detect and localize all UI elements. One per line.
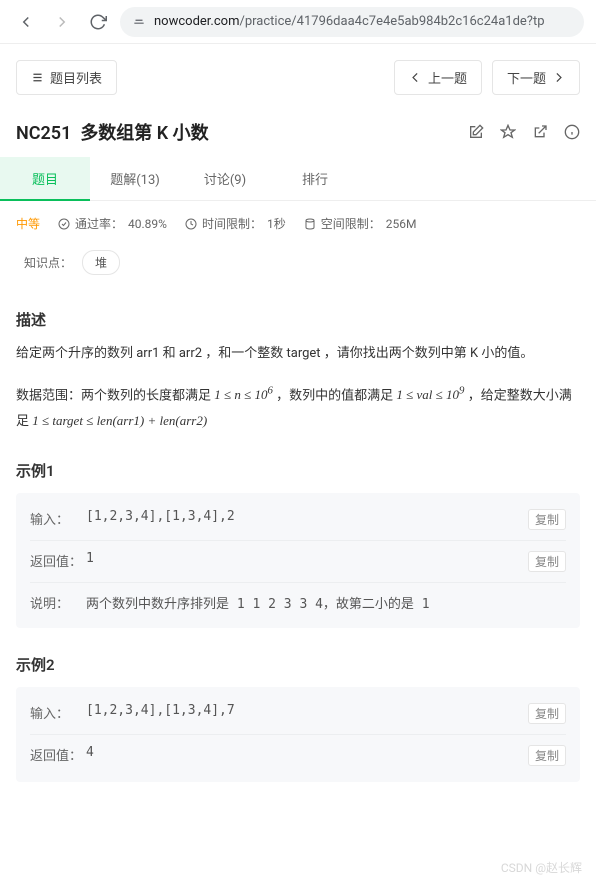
description-section: 描述 给定两个升序的数列 arr1 和 arr2 ，和一个整数 target ，… bbox=[0, 291, 596, 442]
description-heading: 描述 bbox=[16, 309, 580, 330]
copy-button[interactable]: 复制 bbox=[528, 509, 566, 530]
ex2-input-row: 输入： [1,2,3,4],[1,3,4],7 复制 bbox=[30, 699, 566, 728]
example1-heading: 示例1 bbox=[16, 460, 580, 481]
list-icon bbox=[31, 71, 44, 84]
ex1-output-value: 1 bbox=[86, 551, 528, 566]
check-circle-icon bbox=[58, 218, 70, 230]
tab-discuss[interactable]: 讨论(9) bbox=[180, 157, 270, 200]
star-icon[interactable] bbox=[500, 124, 516, 140]
copy-button[interactable]: 复制 bbox=[528, 551, 566, 572]
knowledge-tag[interactable]: 堆 bbox=[82, 250, 120, 275]
chevron-right-icon bbox=[552, 71, 565, 84]
pass-rate: 通过率：40.89% bbox=[58, 215, 167, 232]
ex2-input-value: [1,2,3,4],[1,3,4],7 bbox=[86, 703, 528, 718]
edit-icon[interactable] bbox=[468, 124, 484, 140]
external-link-icon[interactable] bbox=[532, 124, 548, 140]
chevron-left-icon bbox=[409, 71, 422, 84]
tab-problem[interactable]: 题目 bbox=[0, 157, 90, 200]
example1-block: 输入： [1,2,3,4],[1,3,4],2 复制 返回值： 1 复制 说明：… bbox=[16, 493, 580, 628]
ex1-explain-value: 两个数列中数升序排列是 1 1 2 3 3 4，故第二小的是 1 bbox=[86, 593, 566, 612]
ex1-output-row: 返回值： 1 复制 bbox=[30, 540, 566, 576]
title-row: NC251 多数组第 K 小数 bbox=[0, 99, 596, 157]
knowledge-row: 知识点： 堆 bbox=[0, 246, 596, 291]
example2-heading: 示例2 bbox=[16, 654, 580, 675]
back-icon[interactable] bbox=[12, 8, 40, 36]
watermark: CSDN @赵长辉 bbox=[501, 859, 582, 876]
url-text: nowcoder.com/practice/41796daa4c7e4e5ab9… bbox=[154, 14, 545, 29]
copy-button[interactable]: 复制 bbox=[528, 745, 566, 766]
prev-label: 上一题 bbox=[428, 68, 467, 87]
prev-problem-button[interactable]: 上一题 bbox=[394, 60, 482, 95]
copy-button[interactable]: 复制 bbox=[528, 703, 566, 724]
ex1-input-value: [1,2,3,4],[1,3,4],2 bbox=[86, 509, 528, 524]
description-p1: 给定两个升序的数列 arr1 和 arr2 ，和一个整数 target ，请你找… bbox=[16, 342, 580, 367]
ex1-explain-row: 说明： 两个数列中数升序排列是 1 1 2 3 3 4，故第二小的是 1 bbox=[30, 582, 566, 616]
ex1-input-row: 输入： [1,2,3,4],[1,3,4],2 复制 bbox=[30, 505, 566, 534]
clock-icon bbox=[185, 218, 197, 230]
example1-section: 示例1 输入： [1,2,3,4],[1,3,4],2 复制 返回值： 1 复制… bbox=[0, 442, 596, 636]
info-icon[interactable] bbox=[564, 124, 580, 140]
space-limit: 空间限制：256M bbox=[304, 215, 417, 232]
next-label: 下一题 bbox=[507, 68, 546, 87]
description-p2: 数据范围：两个数列的长度都满足 1 ≤ n ≤ 106 ，数列中的值都满足 1 … bbox=[16, 381, 580, 435]
time-limit: 时间限制：1秒 bbox=[185, 215, 286, 232]
example2-block: 输入： [1,2,3,4],[1,3,4],7 复制 返回值： 4 复制 bbox=[16, 687, 580, 782]
knowledge-label: 知识点： bbox=[24, 254, 72, 271]
ex2-output-row: 返回值： 4 复制 bbox=[30, 734, 566, 770]
tabs: 题目 题解(13) 讨论(9) 排行 bbox=[0, 157, 596, 201]
browser-toolbar: nowcoder.com/practice/41796daa4c7e4e5ab9… bbox=[0, 0, 596, 44]
next-problem-button[interactable]: 下一题 bbox=[492, 60, 580, 95]
reload-icon[interactable] bbox=[84, 8, 112, 36]
example2-section: 示例2 输入： [1,2,3,4],[1,3,4],7 复制 返回值： 4 复制 bbox=[0, 636, 596, 790]
problem-title: NC251 多数组第 K 小数 bbox=[16, 119, 209, 145]
top-button-row: 题目列表 上一题 下一题 bbox=[0, 44, 596, 99]
problem-list-button[interactable]: 题目列表 bbox=[16, 60, 117, 95]
forward-icon[interactable] bbox=[48, 8, 76, 36]
url-bar[interactable]: nowcoder.com/practice/41796daa4c7e4e5ab9… bbox=[120, 7, 584, 37]
database-icon bbox=[304, 218, 316, 230]
meta-row: 中等 通过率：40.89% 时间限制：1秒 空间限制：256M bbox=[0, 201, 596, 246]
ex2-output-value: 4 bbox=[86, 745, 528, 760]
tab-ranking[interactable]: 排行 bbox=[270, 157, 360, 200]
difficulty-badge: 中等 bbox=[16, 215, 40, 232]
problem-list-label: 题目列表 bbox=[50, 68, 102, 87]
site-settings-icon bbox=[132, 15, 146, 29]
tab-solutions[interactable]: 题解(13) bbox=[90, 157, 180, 200]
